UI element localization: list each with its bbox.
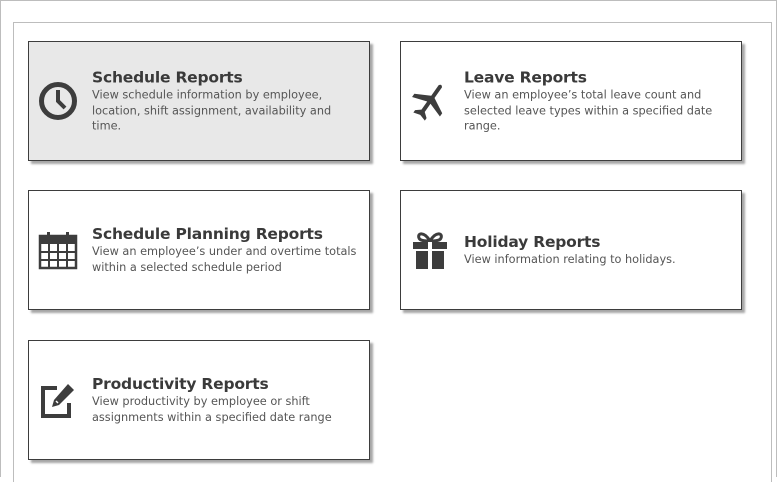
card-description: View schedule information by employee, l…: [92, 88, 332, 133]
card-title: Schedule Planning Reports: [92, 225, 323, 243]
reports-panel: Schedule Reports View schedule informati…: [13, 22, 772, 482]
card-title: Leave Reports: [464, 68, 587, 87]
card-title: Productivity Reports: [92, 375, 269, 393]
schedule-reports-card[interactable]: Schedule Reports View schedule informati…: [28, 41, 370, 161]
gift-icon: [409, 229, 451, 271]
card-description: View an employee’s under and overtime to…: [92, 245, 357, 274]
card-description: View information relating to holidays.: [464, 252, 676, 266]
holiday-reports-card[interactable]: Holiday Reports View information relatin…: [400, 190, 742, 310]
calendar-icon: [37, 229, 79, 271]
clock-icon: [37, 80, 79, 122]
leave-reports-card[interactable]: Leave Reports View an employee’s total l…: [400, 41, 742, 161]
card-description: View an employee’s total leave count and…: [464, 88, 713, 133]
schedule-planning-reports-card[interactable]: Schedule Planning Reports View an employ…: [28, 190, 370, 310]
card-description: View productivity by employee or shift a…: [92, 395, 332, 424]
productivity-reports-card[interactable]: Productivity Reports View productivity b…: [28, 340, 370, 460]
card-title: Schedule Reports: [92, 68, 243, 87]
airplane-icon: [409, 80, 451, 122]
edit-icon: [37, 379, 79, 421]
card-title: Holiday Reports: [464, 232, 601, 251]
